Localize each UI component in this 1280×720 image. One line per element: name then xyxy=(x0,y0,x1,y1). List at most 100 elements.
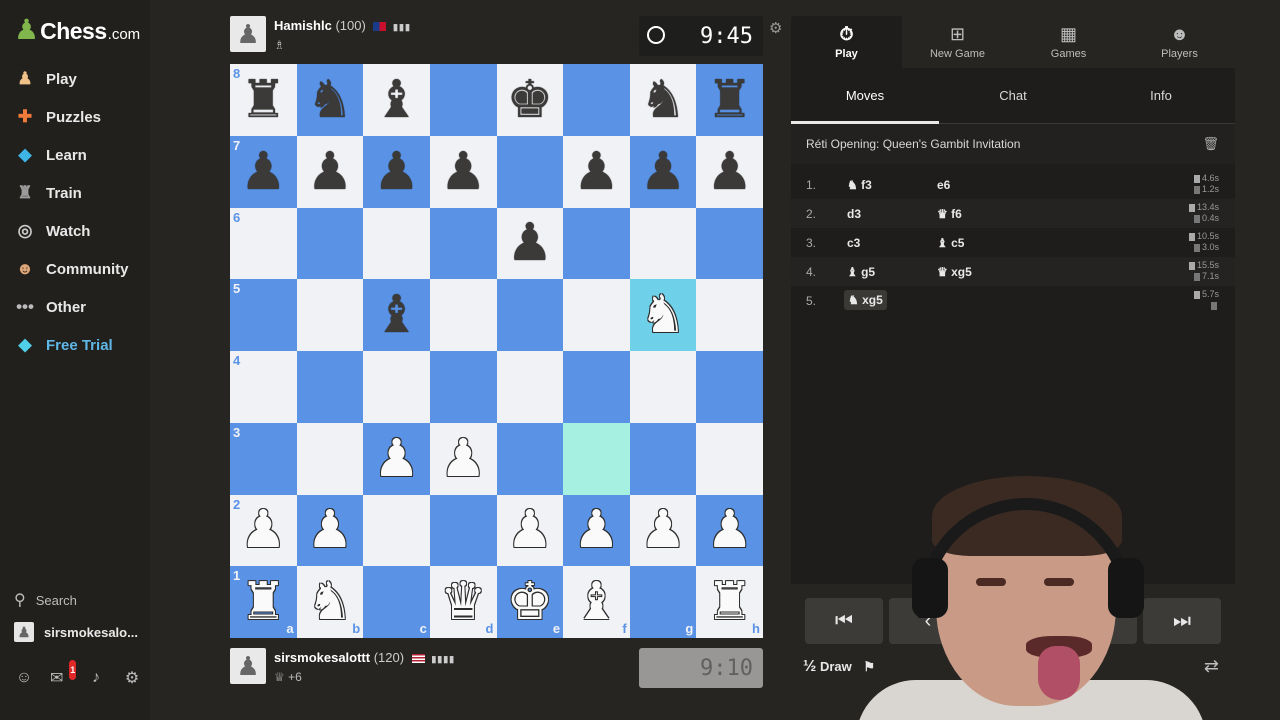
bottom-player-name[interactable]: sirsmokesalottt xyxy=(274,650,370,665)
black-move[interactable]: ♛ f6 xyxy=(937,207,962,221)
white-pawn-icon[interactable]: ♟ xyxy=(640,504,687,556)
square-c8[interactable]: ♝ xyxy=(363,64,430,136)
white-pawn-icon[interactable]: ♟ xyxy=(373,433,420,485)
square-h7[interactable]: ♟ xyxy=(696,135,763,208)
sidebar-search[interactable]: ⚲ Search xyxy=(0,584,150,616)
square-e4[interactable] xyxy=(496,351,564,423)
black-pawn-icon[interactable]: ♟ xyxy=(507,217,554,269)
square-g7[interactable]: ♟ xyxy=(629,135,697,208)
nav-new-game[interactable]: ⊞ New Game xyxy=(902,16,1013,68)
square-f4[interactable] xyxy=(563,351,630,423)
tab-info[interactable]: Info xyxy=(1087,68,1235,123)
square-c7[interactable]: ♟ xyxy=(363,135,430,208)
square-e3[interactable] xyxy=(496,422,564,495)
square-d6[interactable] xyxy=(429,207,497,280)
sidebar-item-puzzles[interactable]: ✚ Puzzles xyxy=(0,98,150,136)
sidebar-item-community[interactable]: ☻ Community xyxy=(0,250,150,288)
sidebar-item-train[interactable]: ♜ Train xyxy=(0,174,150,212)
square-h1[interactable]: h ♜ xyxy=(696,566,763,638)
white-king-icon[interactable]: ♚ xyxy=(507,576,554,628)
square-e1[interactable]: e ♚ xyxy=(496,566,564,638)
sidebar-item-other[interactable]: ••• Other xyxy=(0,288,150,326)
square-e5[interactable] xyxy=(496,279,564,351)
nav-games[interactable]: ▦ Games xyxy=(1013,16,1124,68)
square-a1[interactable]: 1 a ♜ xyxy=(230,566,297,638)
square-a6[interactable]: 6 xyxy=(230,207,297,280)
black-bishop-icon[interactable]: ♝ xyxy=(373,74,420,126)
white-rook-icon[interactable]: ♜ xyxy=(706,576,753,628)
black-move[interactable]: ♝ c5 xyxy=(937,236,964,250)
square-c3[interactable]: ♟ xyxy=(363,422,430,495)
black-pawn-icon[interactable]: ♟ xyxy=(373,146,420,198)
square-a3[interactable]: 3 xyxy=(230,422,297,495)
white-pawn-icon[interactable]: ♟ xyxy=(440,433,487,485)
square-c6[interactable] xyxy=(363,207,430,280)
white-knight-icon[interactable]: ♞ xyxy=(307,576,354,628)
black-move[interactable]: e6 xyxy=(937,178,950,192)
square-d2[interactable] xyxy=(429,494,497,567)
white-move[interactable]: c3 xyxy=(847,236,860,250)
square-e8[interactable]: ♚ xyxy=(496,64,564,136)
white-pawn-icon[interactable]: ♟ xyxy=(307,504,354,556)
square-b6[interactable] xyxy=(296,207,364,280)
tab-chat[interactable]: Chat xyxy=(939,68,1087,123)
square-h4[interactable] xyxy=(696,351,763,423)
white-pawn-icon[interactable]: ♟ xyxy=(507,504,554,556)
black-pawn-icon[interactable]: ♟ xyxy=(307,146,354,198)
square-f8[interactable] xyxy=(563,64,630,136)
square-d3[interactable]: ♟ xyxy=(429,422,497,495)
square-f7[interactable]: ♟ xyxy=(563,135,630,208)
square-g4[interactable] xyxy=(629,351,697,423)
white-move[interactable]: ♝ g5 xyxy=(847,265,875,279)
square-f3[interactable] xyxy=(563,422,630,495)
square-d7[interactable]: ♟ xyxy=(429,135,497,208)
white-bishop-icon[interactable]: ♝ xyxy=(573,576,620,628)
white-move[interactable]: ♞ xg5 xyxy=(844,290,887,310)
board-settings-icon[interactable]: ⚙ xyxy=(769,19,782,37)
square-g8[interactable]: ♞ xyxy=(629,64,697,136)
square-b2[interactable]: ♟ xyxy=(296,494,364,567)
square-g3[interactable] xyxy=(629,422,697,495)
black-bishop-icon[interactable]: ♝ xyxy=(373,289,420,341)
square-h2[interactable]: ♟ xyxy=(696,494,763,567)
square-b7[interactable]: ♟ xyxy=(296,135,364,208)
black-move[interactable]: ♛ xg5 xyxy=(937,265,972,279)
gear-icon[interactable]: ⚙ xyxy=(122,668,142,688)
square-g5[interactable]: ♞ xyxy=(629,279,697,351)
square-c4[interactable] xyxy=(363,351,430,423)
top-player-avatar[interactable]: ♟ xyxy=(230,16,266,52)
square-b3[interactable] xyxy=(296,422,364,495)
trash-icon[interactable]: 🗑︎ xyxy=(1202,136,1219,152)
square-d5[interactable] xyxy=(429,279,497,351)
white-move[interactable]: ♞ f3 xyxy=(847,178,872,192)
black-knight-icon[interactable]: ♞ xyxy=(307,74,354,126)
chess-board[interactable]: 8 ♜ ♞ ♝ ♚ ♞ ♜ 7 ♟ ♟ ♟ ♟ ♟ ♟ ♟ 6 ♟ 5 ♝ ♞ 4 3 ♟ ♟ 2 ♟ ♟ ♟ ♟ ♟ ♟ 1 a ♜ b ♞ c d ♛ e… xyxy=(230,64,763,638)
sidebar-profile[interactable]: ♟ sirsmokesalo... xyxy=(0,616,150,648)
square-g2[interactable]: ♟ xyxy=(629,494,697,567)
square-h5[interactable] xyxy=(696,279,763,351)
black-king-icon[interactable]: ♚ xyxy=(507,74,554,126)
square-e6[interactable]: ♟ xyxy=(496,207,564,280)
square-h3[interactable] xyxy=(696,422,763,495)
bell-icon[interactable]: ♪ xyxy=(86,668,106,688)
square-c1[interactable]: c xyxy=(363,566,430,638)
square-f5[interactable] xyxy=(563,279,630,351)
square-a4[interactable]: 4 xyxy=(230,351,297,423)
top-player-name[interactable]: Hamishlc xyxy=(274,18,332,33)
friends-icon[interactable]: ☺ xyxy=(14,668,34,688)
square-b5[interactable] xyxy=(296,279,364,351)
white-pawn-icon[interactable]: ♟ xyxy=(706,504,753,556)
black-pawn-icon[interactable]: ♟ xyxy=(640,146,687,198)
square-a2[interactable]: 2 ♟ xyxy=(230,494,297,567)
square-a8[interactable]: 8 ♜ xyxy=(230,64,297,136)
white-pawn-icon[interactable]: ♟ xyxy=(240,504,287,556)
square-f6[interactable] xyxy=(563,207,630,280)
sidebar-item-play[interactable]: ♟ Play xyxy=(0,60,150,98)
white-rook-icon[interactable]: ♜ xyxy=(240,576,287,628)
tab-moves[interactable]: Moves xyxy=(791,68,939,124)
square-b4[interactable] xyxy=(296,351,364,423)
mail-icon[interactable]: ✉ 1 xyxy=(50,660,76,688)
white-knight-icon[interactable]: ♞ xyxy=(640,289,687,341)
square-f1[interactable]: f ♝ xyxy=(563,566,630,638)
nav-players[interactable]: ☻ Players xyxy=(1124,16,1235,68)
